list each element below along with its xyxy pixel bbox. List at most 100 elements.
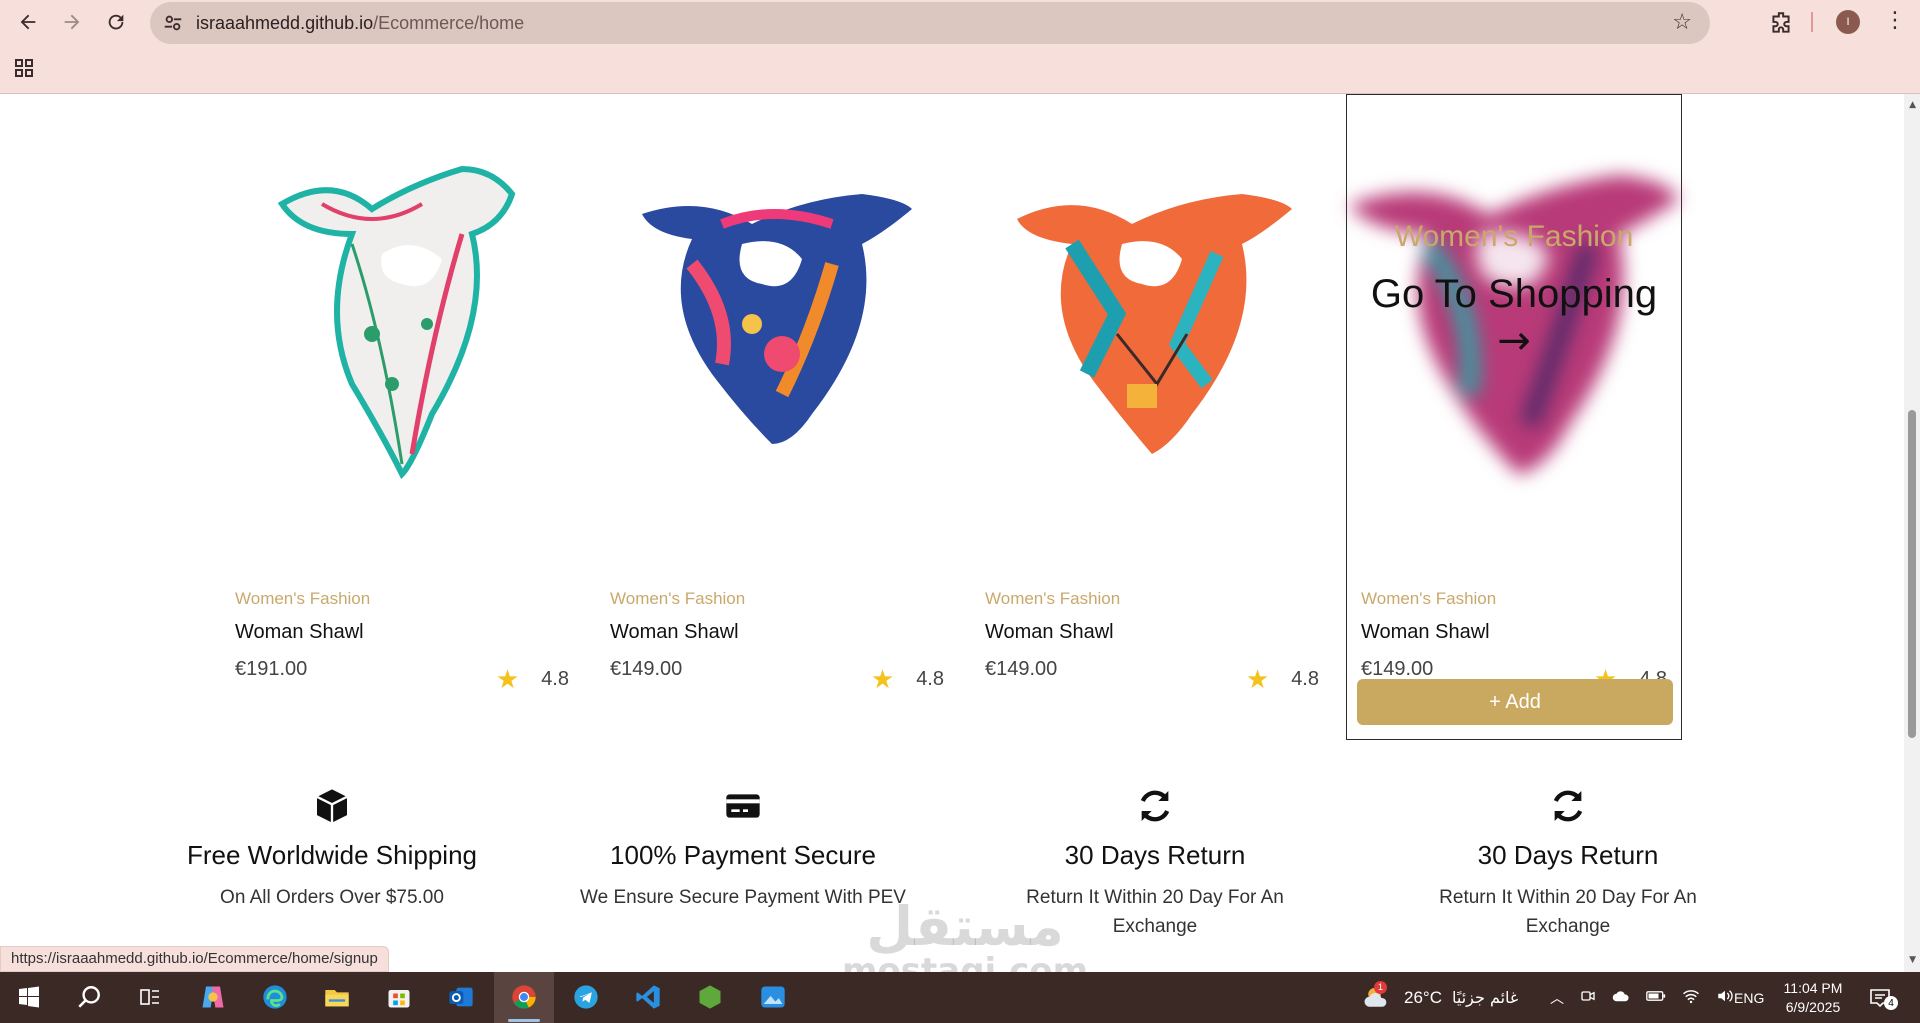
chrome-icon[interactable] <box>507 980 541 1014</box>
feature-shipping: Free Worldwide Shipping On All Orders Ov… <box>167 786 497 912</box>
clock-date: 6/9/2025 <box>1785 998 1841 1015</box>
product-card[interactable]: Women's Fashion Woman Shawl €149.00 ★ 4.… <box>610 94 944 740</box>
feature-title: 30 Days Return <box>1477 840 1659 870</box>
product-price: €149.00 <box>985 658 1058 680</box>
product-category: Women's Fashion <box>985 589 1121 608</box>
product-price: €191.00 <box>235 658 308 680</box>
product-price: €149.00 <box>610 658 683 680</box>
task-view-icon[interactable] <box>133 980 167 1014</box>
star-icon: ★ <box>1245 664 1270 694</box>
product-name[interactable]: Woman Shawl <box>610 621 739 644</box>
product-name[interactable]: Woman Shawl <box>1361 621 1490 644</box>
show-hidden-icons-chevron-icon[interactable]: ︿ <box>1550 988 1564 1008</box>
forward-icon[interactable] <box>58 8 86 36</box>
telegram-icon[interactable] <box>569 980 603 1014</box>
product-rating: ★ 4.8 <box>871 666 944 692</box>
refresh-icon <box>1135 786 1175 826</box>
nodejs-icon[interactable] <box>693 980 727 1014</box>
product-name[interactable]: Woman Shawl <box>235 621 364 644</box>
page-content: Women's Fashion Woman Shawl €191.00 ★ 4.… <box>0 94 1920 972</box>
notification-center-icon[interactable]: 4 <box>1868 972 1898 1023</box>
onedrive-cloud-icon[interactable] <box>1612 989 1630 1006</box>
product-image[interactable] <box>610 94 944 554</box>
product-category: Women's Fashion <box>1361 589 1497 608</box>
product-rating: ★ 4.8 <box>496 666 569 692</box>
scrollbar-thumb[interactable] <box>1908 410 1916 738</box>
feature-title: 100% Payment Secure <box>610 840 876 870</box>
star-icon: ★ <box>870 664 895 694</box>
apps-grid-icon[interactable] <box>14 58 34 78</box>
overlay-category: Women's Fashion <box>1394 219 1634 253</box>
credit-card-icon <box>723 786 763 826</box>
scroll-down-icon[interactable]: ▼ <box>1909 955 1916 965</box>
toolbar-divider <box>1811 12 1813 32</box>
windows-start-icon[interactable] <box>12 980 46 1014</box>
weather-temperature: 26°C <box>1404 987 1442 1007</box>
active-app-indicator <box>508 1019 540 1022</box>
feature-subtitle: Return It Within 20 Day For An Exchange <box>1439 887 1697 938</box>
url-path: /Ecommerce/home <box>373 13 525 33</box>
browser-menu-icon[interactable]: ⋮ <box>1884 8 1906 33</box>
meet-now-icon[interactable] <box>1580 988 1596 1007</box>
product-image[interactable] <box>985 94 1319 554</box>
notification-count: 4 <box>1884 996 1898 1010</box>
hover-overlay[interactable]: Women's Fashion Go To Shopping → <box>1347 95 1681 555</box>
windows-taskbar: 1 26°C غائم جزئيًا ︿ ENG 11:04 PM 6/9/20… <box>0 972 1920 1023</box>
wifi-icon[interactable] <box>1682 988 1700 1007</box>
vscode-icon[interactable] <box>631 980 665 1014</box>
search-icon[interactable] <box>72 980 106 1014</box>
product-name[interactable]: Woman Shawl <box>985 621 1114 644</box>
site-info-icon[interactable] <box>162 12 184 34</box>
rating-value: 4.8 <box>1291 667 1319 690</box>
product-card[interactable]: Women's Fashion Woman Shawl €149.00 ★ 4.… <box>985 94 1319 740</box>
address-bar[interactable]: israaahmedd.github.io/Ecommerce/home ☆ <box>150 2 1710 44</box>
clock-time: 11:04 PM <box>1783 979 1843 996</box>
box-icon <box>312 786 352 826</box>
page-scrollbar[interactable] <box>1904 94 1920 972</box>
profile-avatar[interactable]: I <box>1836 10 1860 34</box>
reload-icon[interactable] <box>102 8 130 36</box>
add-to-cart-button[interactable]: + Add <box>1357 679 1673 725</box>
extensions-icon[interactable] <box>1768 10 1794 36</box>
microsoft-store-icon[interactable] <box>382 980 416 1014</box>
link-status-url: https://israaahmedd.github.io/Ecommerce/… <box>0 946 389 972</box>
weather-cloud-icon: 1 <box>1362 980 1392 1013</box>
weather-description: غائم جزئيًا <box>1451 988 1519 1007</box>
feature-subtitle: On All Orders Over $75.00 <box>220 887 444 908</box>
arrow-right-icon[interactable]: → <box>1497 321 1531 361</box>
product-category: Women's Fashion <box>235 589 371 608</box>
photos-app-icon[interactable] <box>756 980 790 1014</box>
copilot-icon[interactable] <box>196 980 230 1014</box>
browser-chrome: israaahmedd.github.io/Ecommerce/home ☆ I… <box>0 0 1920 94</box>
product-card[interactable]: Women's Fashion Woman Shawl €191.00 ★ 4.… <box>235 94 569 740</box>
bookmark-star-icon[interactable]: ☆ <box>1672 10 1692 35</box>
feature-return: 30 Days Return Return It Within 20 Day F… <box>1403 786 1733 942</box>
battery-icon[interactable] <box>1646 989 1666 1006</box>
input-language[interactable]: ENG <box>1734 972 1764 1023</box>
star-icon: ★ <box>495 664 520 694</box>
product-card-hovered[interactable]: Women's Fashion Go To Shopping → Women's… <box>1346 94 1682 740</box>
edge-browser-icon[interactable] <box>258 980 292 1014</box>
clock[interactable]: 11:04 PM 6/9/2025 <box>1778 972 1848 1023</box>
rating-value: 4.8 <box>541 667 569 690</box>
back-icon[interactable] <box>14 8 42 36</box>
url-host: israaahmedd.github.io <box>196 13 374 33</box>
refresh-icon <box>1548 786 1588 826</box>
product-rating: ★ 4.8 <box>1246 666 1319 692</box>
system-tray-icons: ︿ <box>1550 972 1734 1023</box>
feature-title: Free Worldwide Shipping <box>187 840 477 870</box>
url-text[interactable]: israaahmedd.github.io/Ecommerce/home <box>196 13 524 34</box>
feature-payment: 100% Payment Secure We Ensure Secure Pay… <box>578 786 908 912</box>
rating-value: 4.8 <box>916 667 944 690</box>
product-category: Women's Fashion <box>610 589 746 608</box>
go-to-shopping-link[interactable]: Go To Shopping <box>1371 272 1657 317</box>
volume-icon[interactable] <box>1716 988 1734 1007</box>
weather-widget[interactable]: 1 26°C غائم جزئيًا <box>1362 972 1518 1023</box>
product-image[interactable] <box>235 94 569 554</box>
scroll-up-icon[interactable]: ▲ <box>1909 100 1916 110</box>
file-explorer-icon[interactable] <box>320 980 354 1014</box>
outlook-icon[interactable] <box>444 980 478 1014</box>
weather-badge: 1 <box>1374 980 1387 994</box>
product-price: €149.00 <box>1361 658 1434 680</box>
feature-title: 30 Days Return <box>1064 840 1246 870</box>
